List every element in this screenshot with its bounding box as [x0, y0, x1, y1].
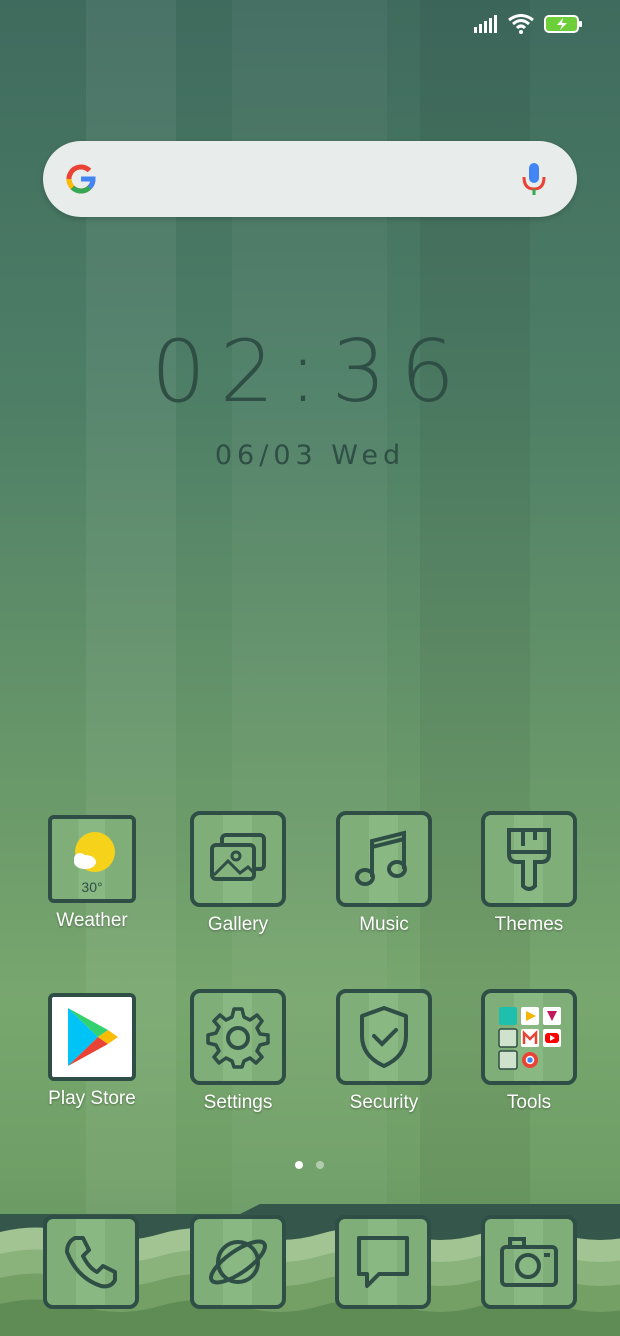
microphone-icon[interactable] — [521, 161, 547, 197]
wifi-icon — [508, 14, 534, 39]
clock-date[interactable]: 06/03 Wed — [0, 440, 620, 471]
shield-icon — [360, 1006, 408, 1068]
dock-phone[interactable] — [43, 1215, 139, 1309]
music-icon — [355, 830, 407, 886]
app-music[interactable]: Music — [324, 811, 444, 936]
play-store-icon — [68, 1008, 118, 1066]
app-play-store[interactable]: Play Store — [32, 993, 152, 1110]
dock-browser[interactable] — [190, 1215, 286, 1309]
app-label: Music — [359, 914, 409, 935]
app-label: Themes — [494, 914, 564, 935]
dock-camera[interactable] — [481, 1215, 577, 1309]
app-weather[interactable]: 30° Weather — [32, 815, 152, 932]
folder-icon — [498, 1007, 561, 1070]
weather-temperature: 30° — [81, 879, 103, 895]
app-themes[interactable]: Themes — [469, 811, 589, 936]
themes-icon — [507, 828, 551, 891]
google-search-bar[interactable] — [43, 141, 577, 217]
clock-time[interactable]: 02:36 — [0, 322, 620, 422]
messages-icon — [357, 1236, 409, 1288]
google-logo-icon — [63, 161, 99, 197]
signal-icon — [474, 15, 498, 38]
page-dot-active[interactable] — [295, 1161, 303, 1169]
camera-icon — [500, 1237, 558, 1287]
page-dot[interactable] — [316, 1161, 324, 1169]
folder-tools[interactable]: Tools — [469, 989, 589, 1114]
app-gallery[interactable]: Gallery — [178, 811, 298, 936]
gear-icon — [206, 1007, 270, 1069]
status-bar — [474, 14, 584, 39]
app-label: Weather — [56, 910, 128, 931]
app-security[interactable]: Security — [324, 989, 444, 1114]
dock-messages[interactable] — [335, 1215, 431, 1309]
app-label: Play Store — [48, 1088, 136, 1109]
app-settings[interactable]: Settings — [178, 989, 298, 1114]
app-label: Gallery — [207, 914, 269, 935]
phone-icon — [65, 1236, 117, 1289]
app-label: Tools — [506, 1092, 552, 1113]
browser-icon — [209, 1239, 267, 1285]
app-label: Security — [349, 1092, 419, 1113]
app-label: Settings — [203, 1092, 273, 1113]
battery-charging-icon — [544, 14, 584, 39]
gallery-icon — [210, 833, 266, 881]
